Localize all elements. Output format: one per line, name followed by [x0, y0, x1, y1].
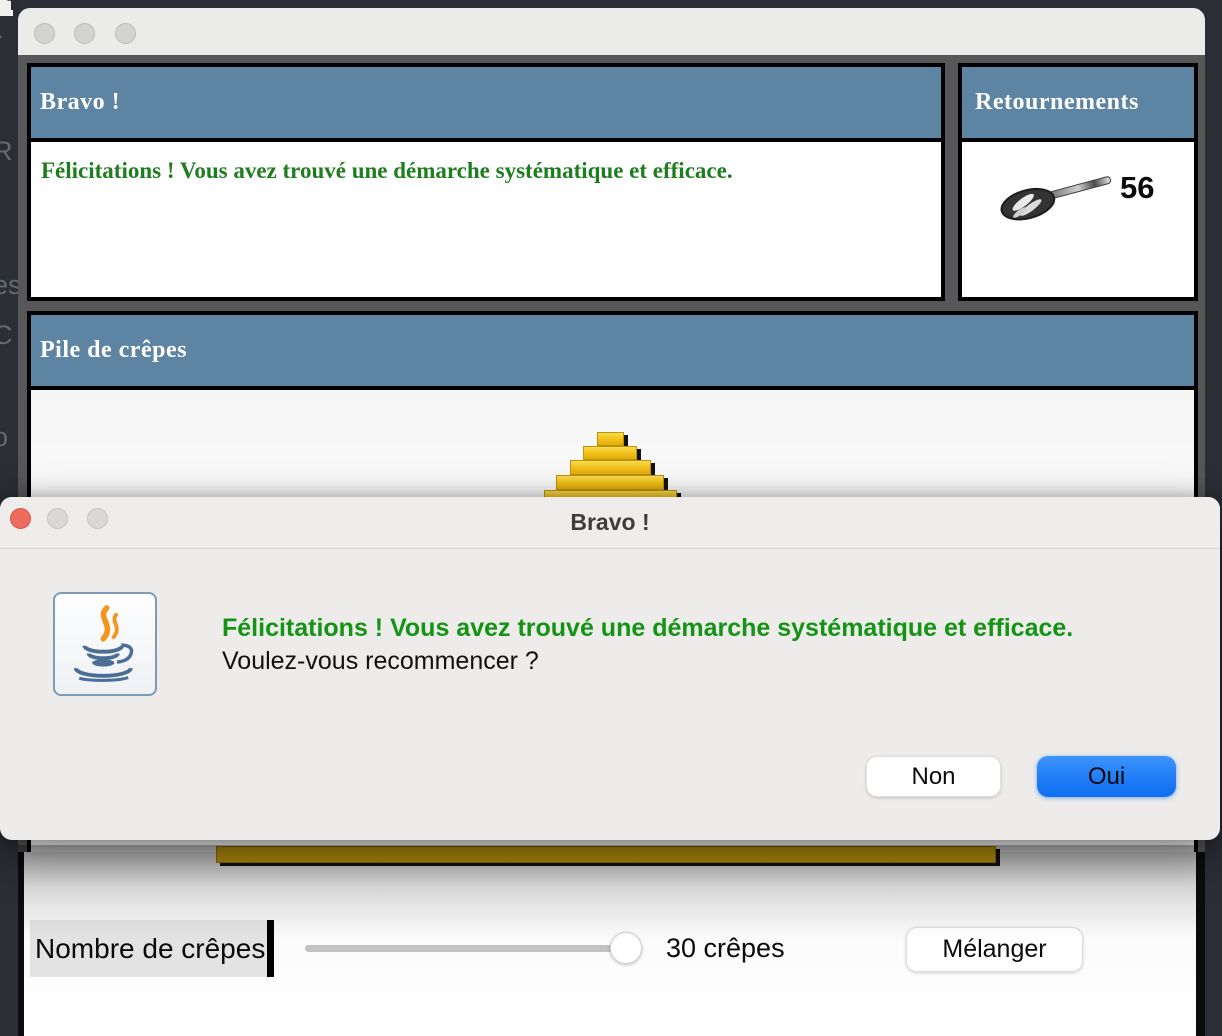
- pancake-count-label: Nombre de crêpes: [30, 920, 274, 977]
- background-fragment-glyph: es: [0, 270, 18, 301]
- pile-panel-header: Pile de crêpes: [31, 315, 1194, 390]
- bravo-panel-header: Bravo !: [31, 67, 941, 142]
- bravo-panel: Bravo ! Félicitations ! Vous avez trouvé…: [27, 63, 945, 301]
- dialog-message: Félicitations ! Vous avez trouvé une dém…: [222, 612, 1073, 678]
- retournements-panel: Retournements 56: [958, 63, 1198, 301]
- pile-panel-title: Pile de crêpes: [31, 337, 187, 364]
- pancake-count-slider-thumb[interactable]: [610, 932, 642, 964]
- pancake-layer: [597, 432, 624, 446]
- bravo-panel-message: Félicitations ! Vous avez trouvé une dém…: [31, 142, 941, 184]
- background-fragment-glyph: R: [0, 136, 13, 167]
- flip-count-value: 56: [1120, 170, 1154, 206]
- retournements-panel-title: Retournements: [962, 89, 1139, 116]
- background-window-fragment: T: [0, 0, 13, 16]
- pancake-layer: [556, 475, 664, 490]
- dialog-zoom-button: [87, 508, 108, 529]
- pancake-layer: [583, 446, 637, 460]
- shuffle-button[interactable]: Mélanger: [906, 927, 1083, 972]
- dialog-close-button[interactable]: [10, 508, 31, 529]
- minimize-button[interactable]: [74, 23, 95, 44]
- zoom-button[interactable]: [115, 23, 136, 44]
- dialog-titlebar[interactable]: Bravo !: [0, 497, 1220, 549]
- pancake-count-slider-track[interactable]: [305, 945, 626, 952]
- background-fragment-glyph: C: [0, 320, 13, 351]
- bravo-panel-title: Bravo !: [31, 89, 120, 116]
- spatula-icon: [998, 162, 1118, 224]
- pancake-count-value: 30 crêpes: [666, 933, 785, 964]
- pancake-bottom-layer: [216, 846, 996, 863]
- background-fragment-glyph: o: [0, 422, 8, 453]
- yes-button[interactable]: Oui: [1037, 756, 1176, 797]
- main-window-titlebar[interactable]: [18, 8, 1205, 55]
- background-fragment-glyph: r: [0, 26, 2, 57]
- java-logo-icon: [53, 592, 157, 696]
- dialog-message-line1: Félicitations ! Vous avez trouvé une dém…: [222, 612, 1073, 645]
- dialog-title: Bravo !: [0, 497, 1220, 548]
- dialog-minimize-button: [47, 508, 68, 529]
- no-button[interactable]: Non: [866, 756, 1001, 797]
- retournements-panel-body: 56: [962, 142, 1194, 301]
- dialog-message-line2: Voulez-vous recommencer ?: [222, 645, 1073, 678]
- confirmation-dialog: Bravo ! Félicitations ! Vous avez trouvé…: [0, 497, 1220, 840]
- pancake-layer: [570, 460, 651, 475]
- close-button[interactable]: [34, 23, 55, 44]
- background-fragment-glyph: T: [7, 0, 13, 15]
- retournements-panel-header: Retournements: [962, 67, 1194, 142]
